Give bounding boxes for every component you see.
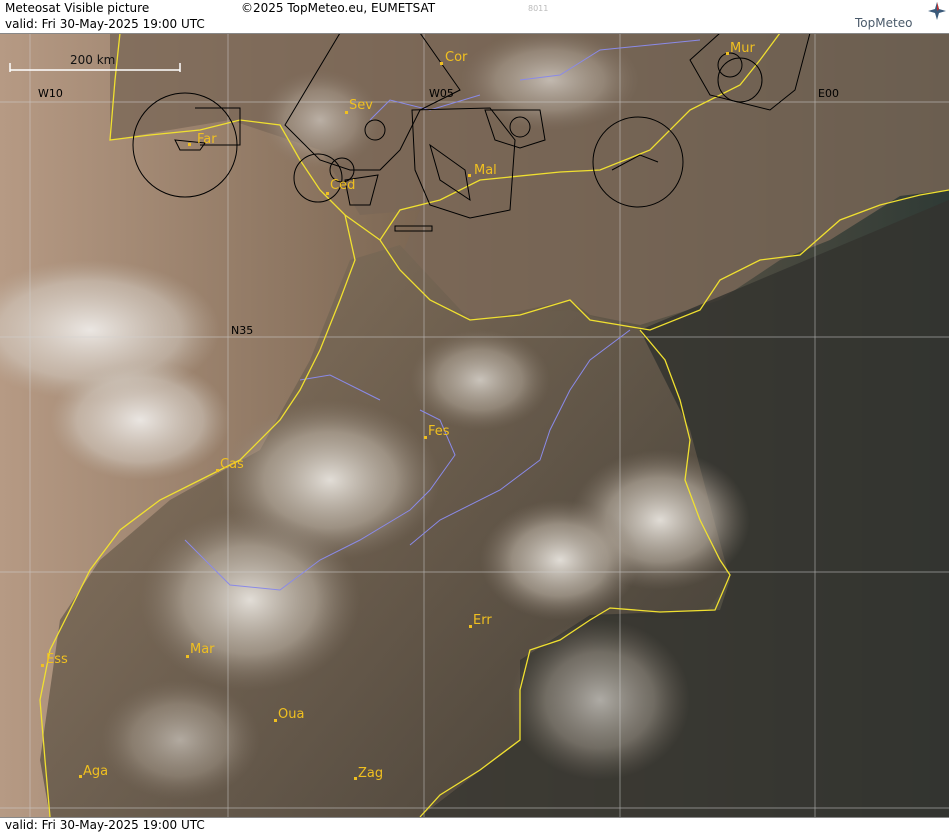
- city-label-ess: Ess: [46, 652, 68, 667]
- scale-bar-label: 200 km: [70, 53, 115, 67]
- city-marker-zag[interactable]: [354, 777, 357, 780]
- lon-label-e00: E00: [818, 87, 839, 100]
- image-code: 8011: [528, 4, 549, 13]
- cloud-iberia-2: [260, 70, 380, 170]
- city-label-mal: Mal: [474, 163, 497, 178]
- city-label-mar: Mar: [190, 642, 215, 657]
- city-marker-mal[interactable]: [468, 174, 471, 177]
- city-label-ced: Ced: [330, 178, 355, 193]
- cloud-south-east: [510, 620, 690, 780]
- topmeteo-logo[interactable]: TopMeteo: [855, 16, 912, 30]
- city-label-far: Far: [197, 132, 217, 147]
- city-marker-fes[interactable]: [424, 436, 427, 439]
- footer-bar: valid: Fri 30-May-2025 19:00 UTC: [0, 817, 949, 832]
- city-label-err: Err: [473, 613, 492, 628]
- city-marker-ced[interactable]: [326, 192, 329, 195]
- city-label-fes: Fes: [428, 424, 450, 439]
- cloud-high-atlas: [140, 510, 360, 690]
- satellite-map[interactable]: 200 km W10 W05 E00 N35 Far Sev Cor Mur C…: [0, 33, 949, 817]
- city-marker-cor[interactable]: [440, 62, 443, 65]
- city-label-zag: Zag: [358, 766, 383, 781]
- city-marker-aga[interactable]: [79, 775, 82, 778]
- city-marker-far[interactable]: [188, 143, 191, 146]
- lon-label-w05: W05: [429, 87, 454, 100]
- valid-time-bottom: valid: Fri 30-May-2025 19:00 UTC: [5, 818, 205, 832]
- cloud-atlantic-2: [50, 360, 230, 480]
- city-label-cas: Cas: [220, 457, 244, 472]
- compass-logo-icon: [928, 2, 946, 20]
- valid-time-top: valid: Fri 30-May-2025 19:00 UTC: [5, 17, 205, 31]
- map-title: Meteosat Visible picture: [5, 1, 150, 15]
- city-label-cor: Cor: [445, 50, 468, 65]
- city-marker-ess[interactable]: [41, 664, 44, 667]
- city-marker-cas[interactable]: [216, 469, 219, 472]
- city-marker-oua[interactable]: [274, 719, 277, 722]
- header-bar: Meteosat Visible picture valid: Fri 30-M…: [0, 0, 949, 34]
- weather-map-viewer: Meteosat Visible picture valid: Fri 30-M…: [0, 0, 949, 832]
- city-label-mur: Mur: [730, 41, 755, 56]
- city-label-aga: Aga: [83, 764, 108, 779]
- city-label-sev: Sev: [349, 98, 373, 113]
- copyright-text: ©2025 TopMeteo.eu, EUMETSAT: [241, 1, 436, 15]
- city-marker-mur[interactable]: [726, 52, 729, 55]
- lat-label-n35: N35: [231, 324, 253, 337]
- city-marker-sev[interactable]: [345, 111, 348, 114]
- city-label-oua: Oua: [278, 707, 304, 722]
- city-marker-mar[interactable]: [186, 655, 189, 658]
- cloud-souss: [100, 680, 260, 800]
- lon-label-w10: W10: [38, 87, 63, 100]
- cloud-east-2: [480, 500, 640, 620]
- city-marker-err[interactable]: [469, 625, 472, 628]
